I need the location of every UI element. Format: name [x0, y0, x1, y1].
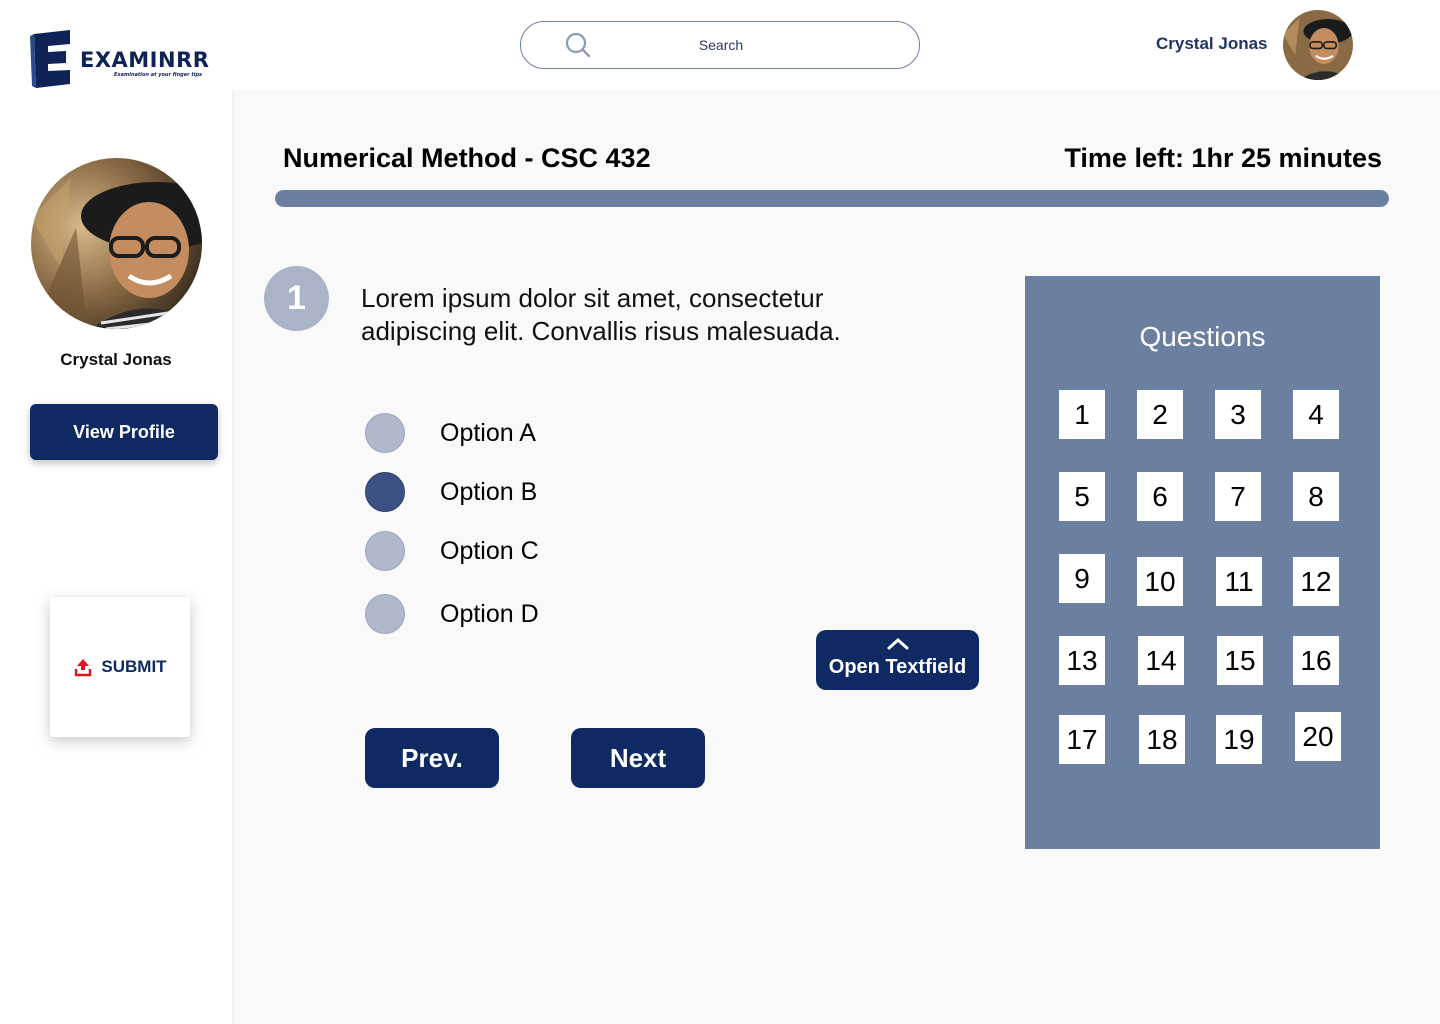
question-nav-item[interactable]: 5 — [1059, 472, 1105, 521]
header-avatar-photo — [1283, 10, 1353, 80]
open-textfield-label: Open Textfield — [828, 656, 967, 678]
option-c-radio[interactable] — [365, 531, 405, 571]
avatar[interactable] — [31, 158, 202, 329]
option-a-label: Option A — [440, 418, 536, 447]
question-nav-item[interactable]: 7 — [1215, 472, 1261, 521]
question-nav-item[interactable]: 17 — [1059, 715, 1105, 764]
question-nav-item[interactable]: 16 — [1293, 636, 1339, 685]
option-b-label: Option B — [440, 477, 538, 506]
question-nav-item[interactable]: 12 — [1293, 557, 1339, 606]
chevron-up-icon — [887, 637, 909, 650]
question-nav-item[interactable]: 10 — [1137, 557, 1183, 606]
option-a[interactable]: Option A — [365, 412, 536, 454]
question-nav-item[interactable]: 13 — [1059, 636, 1105, 685]
search-input[interactable]: Search — [520, 21, 920, 69]
question-nav-item[interactable]: 4 — [1293, 390, 1339, 439]
question-nav-item[interactable]: 1 — [1059, 390, 1105, 439]
brand-name: EXAMINRR — [80, 48, 210, 72]
question-nav-item[interactable]: 3 — [1215, 390, 1261, 439]
open-textfield-button[interactable]: Open Textfield — [816, 630, 979, 690]
submit-button[interactable]: SUBMIT — [50, 597, 190, 737]
option-d-label: Option D — [440, 599, 539, 628]
option-b-radio[interactable] — [365, 472, 405, 512]
time-left: Time left: 1hr 25 minutes — [1064, 143, 1382, 173]
brand-tagline: Examination at your finger tips — [114, 72, 203, 78]
option-d-radio[interactable] — [365, 594, 405, 634]
logo-e-icon — [30, 30, 70, 88]
brand-logo[interactable]: EXAMINRR Examination at your finger tips — [28, 30, 210, 90]
header-user-name[interactable]: Crystal Jonas — [1156, 34, 1268, 54]
sidebar: EXAMINRR Examination at your finger tips — [0, 0, 232, 1024]
profile-name: Crystal Jonas — [60, 350, 172, 369]
option-b[interactable]: Option B — [365, 471, 537, 513]
progress-bar — [275, 190, 1389, 207]
question-nav-item[interactable]: 9 — [1059, 554, 1105, 603]
question-nav-item[interactable]: 11 — [1216, 557, 1262, 606]
view-profile-button[interactable]: View Profile — [30, 404, 218, 460]
option-d[interactable]: Option D — [365, 593, 539, 635]
question-number: 1 — [264, 266, 329, 331]
question-nav-item[interactable]: 14 — [1138, 636, 1184, 685]
course-title: Numerical Method - CSC 432 — [283, 143, 651, 173]
question-nav-item[interactable]: 20 — [1295, 712, 1341, 761]
question-nav-item[interactable]: 2 — [1137, 390, 1183, 439]
question-text: Lorem ipsum dolor sit amet, consectetur … — [361, 283, 841, 346]
question-nav-item[interactable]: 15 — [1217, 636, 1263, 685]
questions-panel-title: Questions — [1139, 321, 1266, 352]
option-a-radio[interactable] — [365, 413, 405, 453]
questions-panel: Questions 1 2 3 4 5 6 7 8 9 10 11 12 13 … — [1025, 276, 1380, 849]
submit-label: SUBMIT — [101, 657, 167, 676]
option-c[interactable]: Option C — [365, 530, 539, 572]
next-button[interactable]: Next — [571, 728, 705, 788]
avatar-photo — [31, 158, 202, 329]
question-nav-item[interactable]: 8 — [1293, 472, 1339, 521]
header-avatar[interactable] — [1283, 10, 1353, 80]
question-nav-item[interactable]: 6 — [1137, 472, 1183, 521]
question-nav-item[interactable]: 18 — [1139, 715, 1185, 764]
search-placeholder: Search — [698, 37, 744, 53]
prev-button[interactable]: Prev. — [365, 728, 499, 788]
progress-fill — [275, 190, 1389, 207]
upload-icon — [75, 659, 92, 677]
option-c-label: Option C — [440, 536, 539, 565]
question-nav-item[interactable]: 19 — [1216, 715, 1262, 764]
